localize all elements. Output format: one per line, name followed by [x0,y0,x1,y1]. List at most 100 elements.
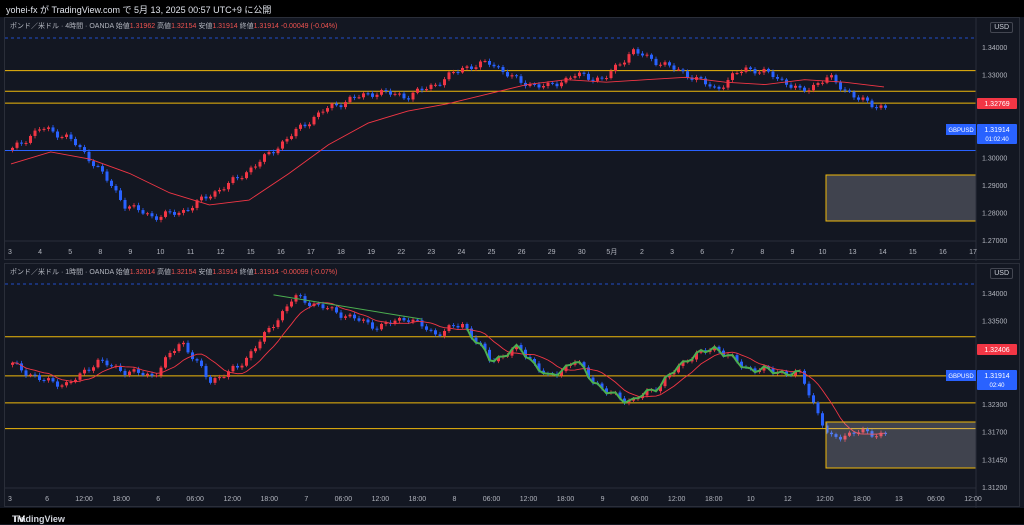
time-axis-tick: 10 [157,249,165,256]
candle-body [807,90,811,92]
candle-body [740,71,743,74]
candle-body [276,148,280,154]
candle-body [708,84,712,87]
header-bar: yohei-fx が TradingView.com で 5月 13, 2025… [0,0,1024,17]
candle-body [582,72,586,74]
candle-body [375,94,379,97]
legend-open-label: 始値 [115,269,130,276]
candle-body [443,330,446,336]
candle-body [173,211,176,215]
legend-symbol: ポンド／米ドル · 4時間 · OANDA [10,23,114,30]
candle-body [137,205,140,211]
candle-body [456,325,460,328]
candle-body [339,312,343,318]
candle-body [569,77,572,79]
time-axis-tick: 9 [128,249,132,256]
candle-body [344,316,347,318]
time-axis-tick: 22 [397,249,405,256]
candle-body [200,196,203,201]
candle-body [447,72,451,80]
chart-4h-svg[interactable]: 1.340001.330001.320001.310001.300001.290… [5,18,1021,261]
legend-high: 1.32154 [171,269,197,276]
currency-badge[interactable]: USD [990,268,1013,279]
header-text: yohei-fx が TradingView.com で 5月 13, 2025… [6,5,272,15]
legend-low: 1.31914 [212,269,238,276]
candle-body [398,317,401,321]
candle-body [119,190,122,200]
time-axis-tick: 13 [849,249,857,256]
time-axis-tick: 5 [68,249,72,256]
candle-timer-text: 01:02:40 [985,137,1009,143]
candle-body [182,342,185,345]
time-axis-tick: 12:00 [223,496,241,503]
candle-body [285,138,289,142]
candle-body [366,93,370,95]
candle-body [461,323,464,328]
candle-body [222,189,226,191]
price-axis-tick: 1.29000 [982,183,1007,190]
candle-body [821,82,824,84]
time-axis-tick: 06:00 [631,496,649,503]
chart-panel-1h[interactable]: 1.340001.335001.331001.327001.323001.317… [4,263,1021,508]
time-axis-tick: 06:00 [186,496,204,503]
candle-body [47,378,50,381]
candle-body [803,87,806,92]
time-axis-tick: 24 [458,249,466,256]
candle-body [425,88,428,91]
candle-body [650,54,653,59]
candle-body [177,344,181,352]
candle-body [218,189,221,192]
legend-1h: ポンド／米ドル · 1時間 · OANDA 始値1.32014 高値1.3215… [10,267,337,277]
legend-low-label: 安値 [198,23,213,30]
candle-body [438,84,442,86]
candle-body [132,205,136,207]
candle-body [290,136,293,139]
candle-body [263,154,266,162]
symbol-tag-text: GBPUSD [948,374,974,380]
candle-body [209,196,212,199]
candle-body [204,366,208,378]
candle-body [861,97,865,100]
candle-body [420,88,424,91]
candle-body [780,78,784,80]
candle-body [794,85,797,88]
candle-body [767,68,770,72]
candle-body [452,325,455,327]
candle-body [69,382,73,384]
currency-badge[interactable]: USD [990,22,1013,33]
legend-change: -0.00099 (-0.07%) [280,269,338,276]
candle-body [128,206,131,209]
candle-body [852,91,856,98]
chart-panel-4h[interactable]: 1.340001.330001.320001.310001.300001.290… [4,17,1021,261]
time-axis-tick: 11 [187,249,194,256]
candle-body [407,320,410,322]
candle-body [371,93,374,97]
time-axis-tick: 18:00 [853,496,871,503]
time-axis-tick: 8 [98,249,102,256]
candle-body [146,373,149,376]
candle-body [155,216,158,220]
chart-1h-svg[interactable]: 1.340001.335001.331001.327001.323001.317… [5,264,1021,508]
candle-body [123,199,127,209]
footer-bar: 𝗧𝗩 TradingView [0,508,1024,524]
price-axis-tick: 1.28000 [982,210,1007,217]
time-axis-tick: 12:00 [816,496,834,503]
time-axis-tick: 9 [790,249,794,256]
candle-body [407,98,410,100]
legend-4h: ポンド／米ドル · 4時間 · OANDA 始値1.31962 高値1.3215… [10,21,337,31]
candle-body [438,334,442,336]
candle-body [339,105,343,108]
candle-body [155,375,158,377]
candle-body [42,128,46,130]
candle-body [510,75,514,77]
legend-close-label: 終値 [239,23,254,30]
candle-body [60,385,64,387]
candle-body [83,147,86,152]
candle-body [281,311,284,321]
candle-body [159,216,163,220]
candle-body [344,102,347,108]
time-axis-tick: 12:00 [668,496,686,503]
candle-body [141,372,145,376]
candle-body [312,116,316,125]
candle-body [249,351,253,358]
